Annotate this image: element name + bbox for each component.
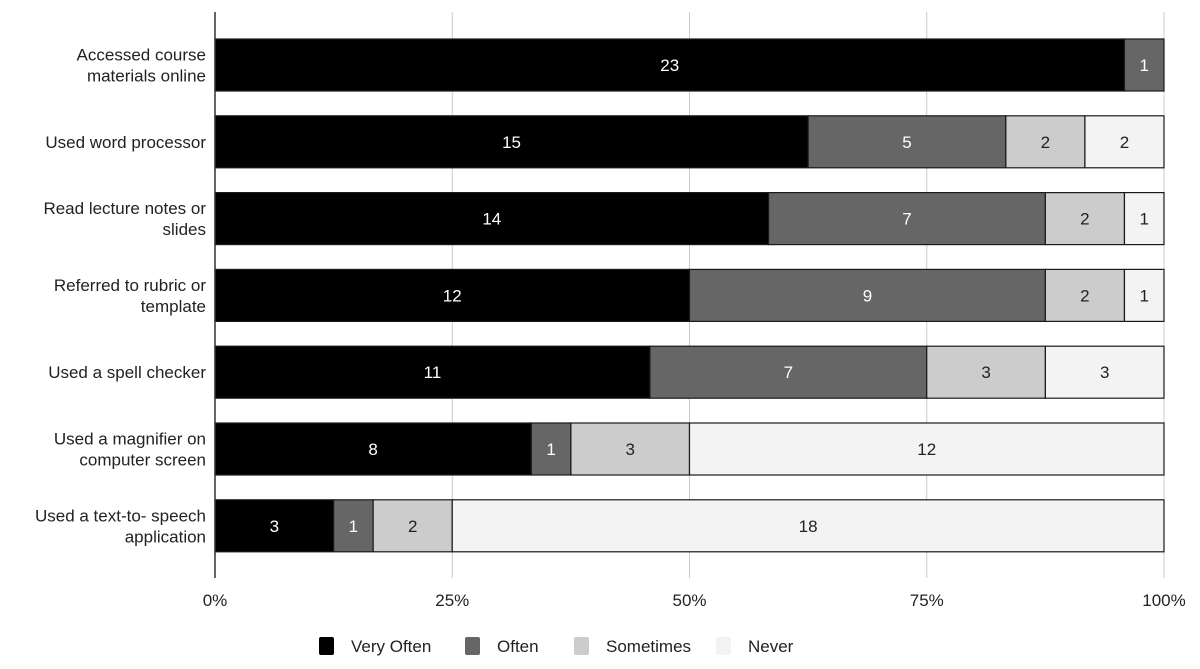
- segment-value-label: 1: [1139, 286, 1148, 305]
- bar-row: 3 1 2 18: [214, 499, 1165, 553]
- segment-value-label: 2: [1080, 286, 1089, 305]
- bar-row: 14 7 2 1: [214, 192, 1165, 246]
- segment-value-label: 3: [625, 440, 634, 459]
- category-label: Referred to rubric or template: [54, 276, 206, 316]
- segment-value-label: 1: [1139, 56, 1148, 75]
- category-label: Used a magnifier on computer screen: [54, 430, 206, 470]
- category-label: Accessed course materials online: [77, 46, 206, 86]
- stacked-bar-chart: 23 115 5 2 214 7 2 112 9 2 111 7 3 38 1 3 123 1 2 18 Access…: [35, 12, 1186, 656]
- segment-value-label: 2: [1041, 133, 1050, 152]
- x-tick-label: 75%: [910, 591, 944, 610]
- legend-label: Very Often: [351, 637, 431, 656]
- legend-swatch: [465, 637, 480, 655]
- segment-value-label: 9: [863, 286, 872, 305]
- bar-row: 8 1 3 12: [214, 422, 1165, 476]
- segment-value-label: 11: [424, 363, 442, 382]
- legend-label: Often: [497, 637, 539, 656]
- x-tick-label: 50%: [672, 591, 706, 610]
- x-tick-label: 25%: [435, 591, 469, 610]
- segment-value-label: 2: [1120, 133, 1129, 152]
- segment-value-label: 23: [660, 56, 679, 75]
- x-tick-label: 100%: [1142, 591, 1185, 610]
- segment-value-label: 7: [902, 210, 911, 229]
- segment-value-label: 8: [368, 440, 377, 459]
- category-label: Read lecture notes or slides: [43, 199, 206, 239]
- legend-item: Sometimes: [574, 637, 691, 656]
- legend-swatch: [574, 637, 589, 655]
- legend-label: Sometimes: [606, 637, 691, 656]
- legend-label: Never: [748, 637, 794, 656]
- legend-item: Never: [716, 637, 794, 656]
- legend-item: Often: [465, 637, 539, 656]
- segment-value-label: 1: [349, 517, 358, 536]
- bar-row: 15 5 2 2: [214, 115, 1165, 169]
- bars: 23 115 5 2 214 7 2 112 9 2 111 7 3 38 1 3 123 1 2 18: [214, 38, 1165, 553]
- category-label: Used a text-to- speech application: [35, 506, 206, 546]
- segment-value-label: 12: [917, 440, 936, 459]
- bar-row: 12 9 2 1: [214, 268, 1165, 322]
- segment-value-label: 5: [902, 133, 911, 152]
- segment-value-label: 2: [408, 517, 417, 536]
- segment-value-label: 7: [784, 363, 793, 382]
- segment-value-label: 3: [1100, 363, 1109, 382]
- bar-row: 23 1: [214, 38, 1165, 92]
- bar-row: 11 7 3 3: [214, 345, 1165, 399]
- category-label: Used a spell checker: [48, 363, 206, 382]
- segment-value-label: 3: [981, 363, 990, 382]
- category-labels: Accessed course materials online Used word…: [35, 46, 206, 547]
- segment-value-label: 12: [443, 286, 462, 305]
- segment-value-label: 14: [482, 210, 501, 229]
- segment-value-label: 15: [502, 133, 521, 152]
- legend-swatch: [716, 637, 731, 655]
- segment-value-label: 1: [1139, 210, 1148, 229]
- x-tick-label: 0%: [203, 591, 228, 610]
- segment-value-label: 3: [270, 517, 279, 536]
- segment-value-label: 1: [546, 440, 555, 459]
- category-label: Used word processor: [45, 133, 206, 152]
- legend-item: Very Often: [319, 637, 431, 656]
- segment-value-label: 18: [799, 517, 818, 536]
- legend: Very Often Often Sometimes Never: [319, 637, 794, 656]
- x-axis-ticks: 0% 25% 50% 75% 100%: [203, 591, 1186, 610]
- segment-value-label: 2: [1080, 210, 1089, 229]
- legend-swatch: [319, 637, 334, 655]
